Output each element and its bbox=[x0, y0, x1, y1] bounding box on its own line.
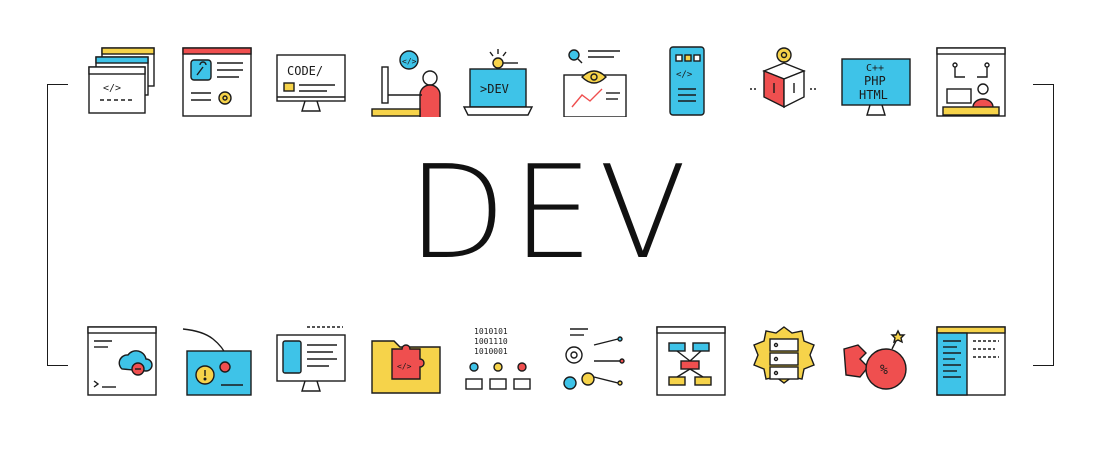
broken-bomb-icon: % bbox=[840, 325, 912, 397]
gear-network-icon bbox=[558, 325, 630, 397]
svg-text:1010101: 1010101 bbox=[474, 327, 508, 336]
product-box-gear-icon bbox=[748, 45, 820, 117]
programming-languages-monitor-icon: C++ PHP HTML bbox=[840, 45, 912, 117]
hand-tablet-warning-icon bbox=[181, 325, 253, 397]
binary-team-icon: 1010101 1001110 1010001 bbox=[462, 325, 534, 397]
svg-text:HTML: HTML bbox=[859, 88, 888, 102]
analytics-tablet-icon bbox=[558, 45, 630, 117]
code-text: CODE/ bbox=[287, 64, 323, 78]
settings-document-icon bbox=[181, 45, 253, 117]
developer-workspace-icon bbox=[935, 45, 1007, 117]
dev-laptop-key-icon: >DEV bbox=[462, 45, 534, 117]
monitor-code-icon: CODE/ bbox=[275, 45, 347, 117]
puzzle-folder-icon: </> bbox=[370, 325, 442, 397]
server-gear-icon bbox=[748, 325, 820, 397]
svg-text:</>: </> bbox=[397, 362, 412, 371]
page-title: DEV bbox=[407, 139, 693, 288]
svg-text:</>: </> bbox=[402, 57, 417, 66]
svg-text:%: % bbox=[880, 363, 888, 378]
dev-text: >DEV bbox=[480, 82, 509, 96]
mobile-code-icon: </> bbox=[650, 45, 722, 117]
flowchart-window-icon bbox=[655, 325, 727, 397]
svg-text:PHP: PHP bbox=[864, 74, 886, 88]
svg-text:1010001: 1010001 bbox=[474, 347, 508, 356]
svg-text:C++: C++ bbox=[866, 63, 884, 74]
code-tag-text: </> bbox=[103, 83, 121, 94]
developer-at-desk-icon: </> bbox=[370, 45, 442, 117]
svg-text:1001110: 1001110 bbox=[474, 337, 508, 346]
monitor-mobile-code-icon bbox=[275, 325, 347, 397]
svg-text:</>: </> bbox=[676, 70, 693, 80]
code-windows-icon: </> bbox=[86, 45, 158, 117]
cloud-browser-icon bbox=[86, 325, 158, 397]
code-editor-window-icon bbox=[935, 325, 1007, 397]
